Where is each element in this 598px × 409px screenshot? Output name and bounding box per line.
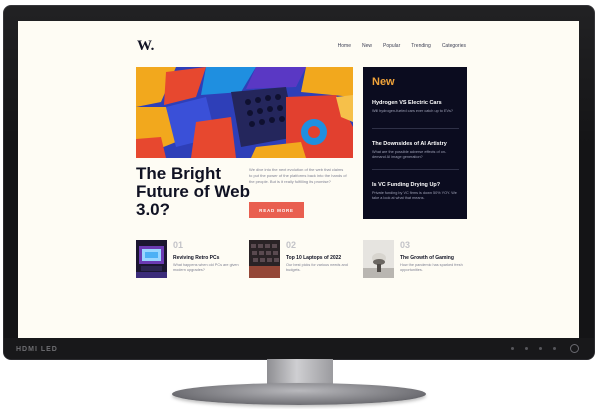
- hero-title[interactable]: The Bright Future of Web 3.0?: [136, 165, 256, 219]
- control-button[interactable]: [525, 347, 528, 350]
- monitor-stand-base: [172, 383, 426, 405]
- new-item[interactable]: The Downsides of AI Artistry What are th…: [372, 141, 459, 160]
- nav-categories[interactable]: Categories: [442, 43, 466, 49]
- card-number: 02: [286, 240, 297, 250]
- new-item-title[interactable]: The Downsides of AI Artistry: [372, 141, 459, 147]
- control-button[interactable]: [553, 347, 556, 350]
- desktop-monitor: HDMI LED W. Home New Popular Trending Ca…: [0, 0, 598, 409]
- card-title[interactable]: Top 10 Laptops of 2022: [286, 255, 341, 261]
- control-button[interactable]: [511, 347, 514, 350]
- nav-popular[interactable]: Popular: [383, 43, 400, 49]
- card-title[interactable]: Reviving Retro PCs: [173, 255, 219, 261]
- divider: [372, 169, 459, 170]
- new-item-title[interactable]: Is VC Funding Drying Up?: [372, 182, 459, 188]
- new-item[interactable]: Is VC Funding Drying Up? Private funding…: [372, 182, 459, 201]
- top-nav: Home New Popular Trending Categories: [338, 43, 466, 49]
- card-desc: What happens when old PCs are given mode…: [173, 263, 239, 272]
- new-panel: New Hydrogen VS Electric Cars Will hydro…: [363, 67, 467, 219]
- new-item-desc: What are the possible adverse effects of…: [372, 150, 447, 159]
- power-icon[interactable]: [570, 344, 579, 353]
- article-card[interactable]: 02 Top 10 Laptops of 2022 Our best picks…: [249, 240, 359, 280]
- gaming-thumbnail[interactable]: [363, 240, 394, 278]
- card-number: 03: [400, 240, 411, 250]
- card-desc: How the pandemic has sparked fresh oppor…: [400, 263, 463, 272]
- nav-trending[interactable]: Trending: [411, 43, 431, 49]
- article-card[interactable]: 01 Reviving Retro PCs What happens when …: [136, 240, 246, 280]
- retro-pc-thumbnail[interactable]: [136, 240, 167, 278]
- new-heading: New: [372, 76, 395, 88]
- new-item-desc: Private funding by VC firms is down 50% …: [372, 191, 457, 200]
- screen: W. Home New Popular Trending Categories: [18, 21, 579, 338]
- read-more-button[interactable]: READ MORE: [249, 202, 304, 218]
- nav-new[interactable]: New: [362, 43, 372, 49]
- card-title[interactable]: The Growth of Gaming: [400, 255, 454, 261]
- divider: [372, 128, 459, 129]
- laptop-thumbnail[interactable]: [249, 240, 280, 278]
- card-number: 01: [173, 240, 184, 250]
- new-item-desc: Will hydrogen-fueled cars ever catch up …: [372, 109, 454, 113]
- new-item[interactable]: Hydrogen VS Electric Cars Will hydrogen-…: [372, 100, 459, 114]
- nav-home[interactable]: Home: [338, 43, 351, 49]
- article-card[interactable]: 03 The Growth of Gaming How the pandemic…: [363, 240, 473, 280]
- hero-image[interactable]: [136, 67, 353, 158]
- site-logo[interactable]: W.: [137, 38, 154, 55]
- hero-text: We dive into the next evolution of the w…: [249, 167, 347, 184]
- new-item-title[interactable]: Hydrogen VS Electric Cars: [372, 100, 459, 106]
- monitor-chin: [4, 338, 594, 359]
- card-desc: Our best picks for various needs and bud…: [286, 263, 348, 272]
- control-button[interactable]: [539, 347, 542, 350]
- hdmi-led-label: HDMI LED: [16, 346, 58, 353]
